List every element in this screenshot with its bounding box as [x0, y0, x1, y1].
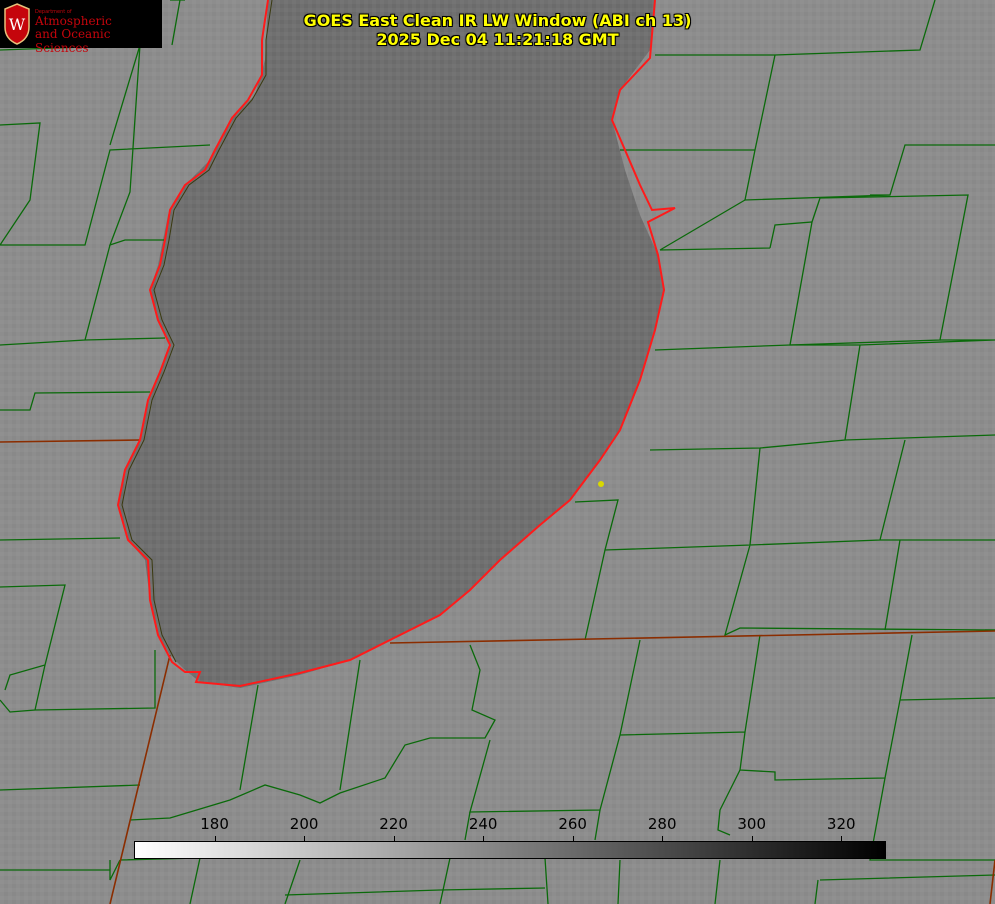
colorbar-tick-label: 280 — [647, 815, 677, 833]
colorbar-tick-label: 240 — [468, 815, 498, 833]
colorbar-tick-label: 200 — [289, 815, 319, 833]
colorbar-tick-label: 300 — [737, 815, 767, 833]
title-line1: GOES East Clean IR LW Window (ABI ch 13) — [303, 11, 692, 30]
colorbar-tick-label: 180 — [200, 815, 229, 833]
title-timestamp: 2025 Dec 04 11:21:18 GMT — [376, 30, 619, 49]
city-marker — [598, 481, 604, 487]
colorbar-tick-label: 260 — [558, 815, 587, 833]
colorbar — [134, 841, 886, 859]
satellite-map — [0, 0, 995, 904]
image-title: GOES East Clean IR LW Window (ABI ch 13)… — [0, 11, 995, 49]
colorbar-tick-label: 320 — [826, 815, 856, 833]
colorbar-tick-label: 220 — [379, 815, 408, 833]
